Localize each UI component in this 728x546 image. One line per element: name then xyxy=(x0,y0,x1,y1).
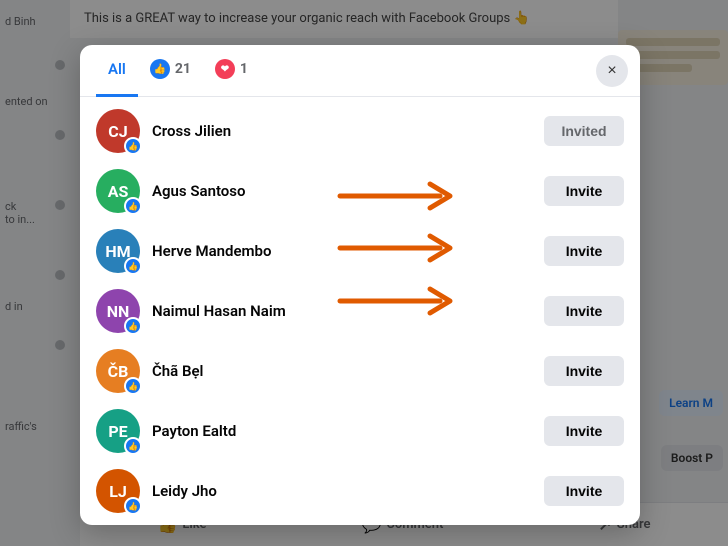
like-count: 21 xyxy=(175,61,191,77)
like-badge: 👍 xyxy=(124,137,142,155)
user-row: PE 👍 Payton Ealtd Invite xyxy=(80,401,640,461)
user-avatar-wrap: CJ 👍 xyxy=(96,109,140,153)
like-badge: 👍 xyxy=(124,197,142,215)
love-icon: ❤ xyxy=(215,59,235,79)
invite-button[interactable]: Invited xyxy=(544,116,624,146)
tab-all-label: All xyxy=(108,60,126,78)
like-badge: 👍 xyxy=(124,437,142,455)
like-badge: 👍 xyxy=(124,377,142,395)
tab-loves[interactable]: ❤ 1 xyxy=(203,45,260,97)
like-badge: 👍 xyxy=(124,497,142,515)
invite-arrow-1 xyxy=(330,178,470,218)
user-avatar-wrap: AS 👍 xyxy=(96,169,140,213)
user-name: Leidy Jho xyxy=(152,482,532,500)
user-name: Payton Ealtd xyxy=(152,422,532,440)
invite-button[interactable]: Invite xyxy=(544,176,624,206)
user-name: Cross Jilien xyxy=(152,122,532,140)
user-avatar-wrap: ČB 👍 xyxy=(96,349,140,393)
user-avatar-wrap: HM 👍 xyxy=(96,229,140,273)
user-row: CJ 👍 Cross Jilien Invited xyxy=(80,101,640,161)
invite-button[interactable]: Invite xyxy=(544,416,624,446)
invite-arrow-3 xyxy=(330,283,470,323)
invite-button[interactable]: Invite xyxy=(544,296,624,326)
love-count: 1 xyxy=(240,61,248,77)
tab-all[interactable]: All xyxy=(96,45,138,97)
user-avatar-wrap: NN 👍 xyxy=(96,289,140,333)
like-badge: 👍 xyxy=(124,317,142,335)
user-row: LJ 👍 Leidy Jho Invite xyxy=(80,461,640,521)
invite-arrow-2 xyxy=(330,230,470,270)
user-avatar-wrap: PE 👍 xyxy=(96,409,140,453)
invite-button[interactable]: Invite xyxy=(544,476,624,506)
close-button[interactable]: × xyxy=(596,55,628,87)
invite-button[interactable]: Invite xyxy=(544,356,624,386)
like-icon: 👍 xyxy=(150,59,170,79)
user-name: Čhã Bẹl xyxy=(152,362,532,380)
user-avatar-wrap: LJ 👍 xyxy=(96,469,140,513)
tab-likes[interactable]: 👍 21 xyxy=(138,45,203,97)
user-row: ČB 👍 Čhã Bẹl Invite xyxy=(80,341,640,401)
like-badge: 👍 xyxy=(124,257,142,275)
invite-button[interactable]: Invite xyxy=(544,236,624,266)
modal-tabs: All 👍 21 ❤ 1 × xyxy=(80,45,640,97)
